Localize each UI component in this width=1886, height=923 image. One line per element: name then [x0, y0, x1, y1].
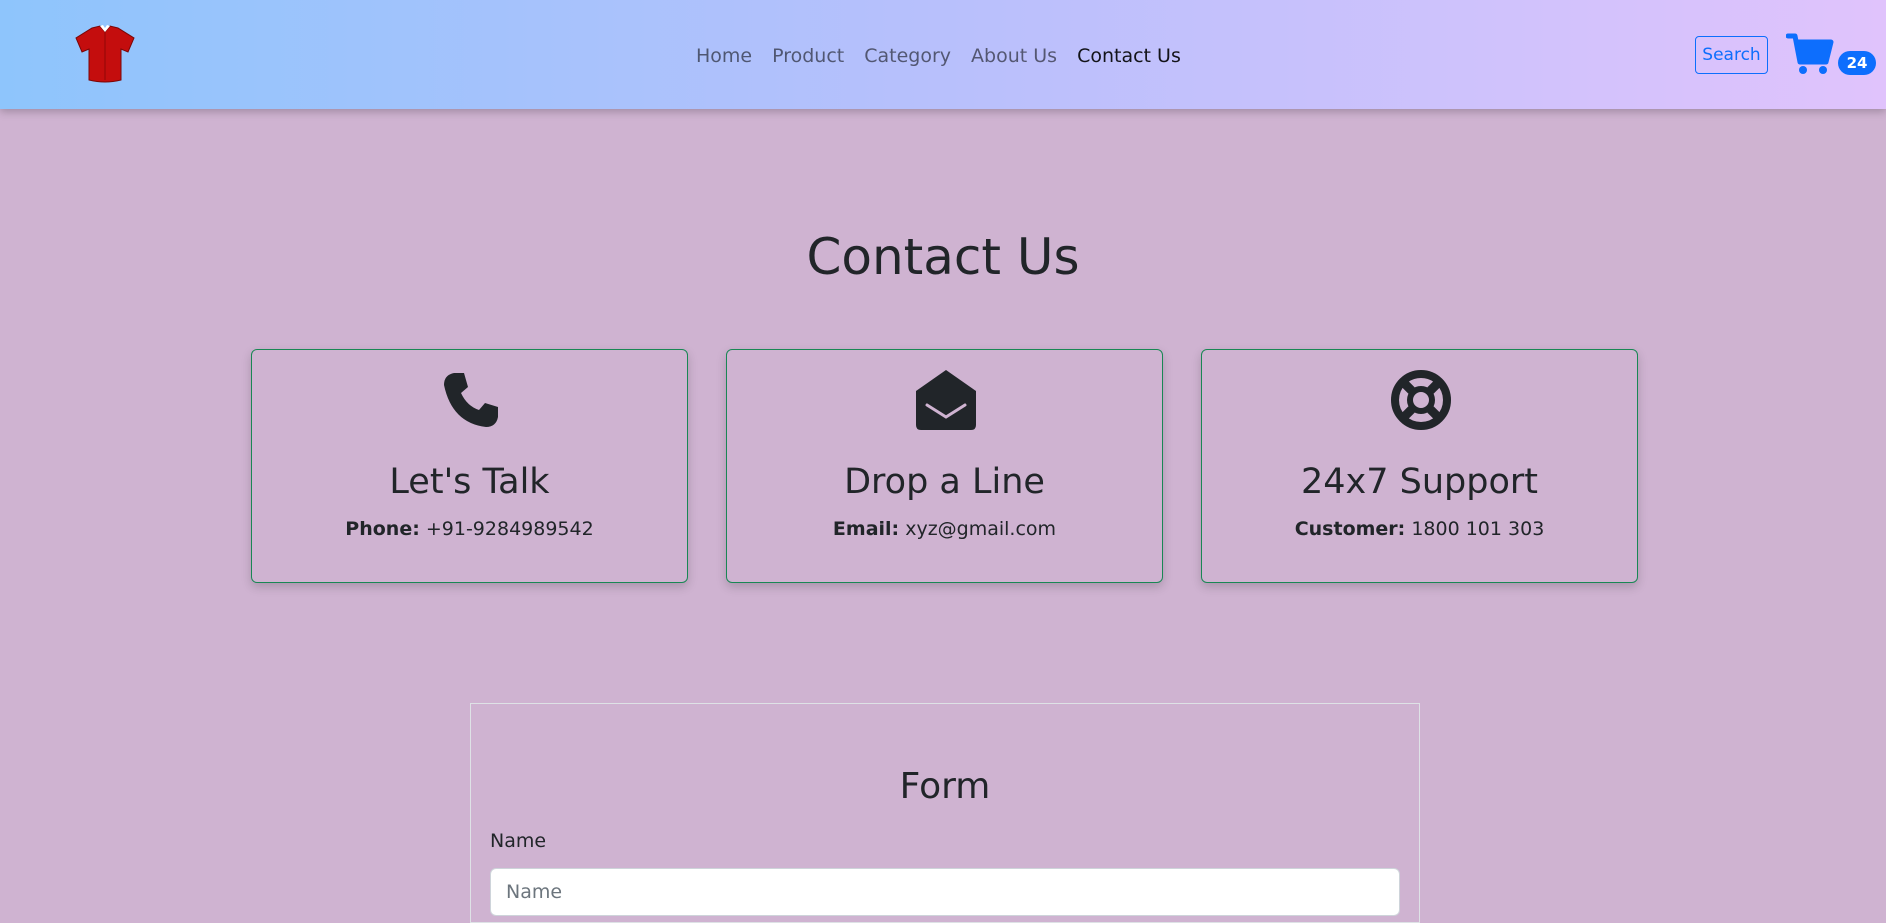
card-info-label: Email:: [832, 518, 900, 540]
card-info-value[interactable]: xyz@gmail.com: [905, 518, 1056, 540]
shopping-cart-icon[interactable]: [1786, 32, 1834, 76]
main-nav: Home Product Category About Us Contact U…: [696, 44, 1201, 68]
card-info-value: 1800 101 303: [1411, 518, 1545, 540]
navbar: Home Product Category About Us Contact U…: [0, 0, 1886, 109]
contact-form: Form Name: [470, 703, 1420, 923]
nav-contact-us[interactable]: Contact Us: [1077, 44, 1181, 68]
contact-card-email: Drop a Line Email: xyz@gmail.com: [726, 349, 1163, 583]
shirt-logo-icon[interactable]: [72, 24, 138, 84]
card-heading: Let's Talk: [389, 462, 550, 502]
life-ring-icon: [1391, 370, 1451, 430]
form-title: Form: [899, 766, 991, 807]
card-heading: Drop a Line: [844, 462, 1045, 502]
nav-category[interactable]: Category: [864, 44, 951, 68]
envelope-open-icon: [916, 370, 976, 430]
card-info-label: Phone:: [345, 518, 420, 540]
nav-product[interactable]: Product: [772, 44, 844, 68]
card-info: Phone: +91-9284989542: [252, 518, 687, 540]
name-label: Name: [490, 830, 547, 852]
page-title: Contact Us: [806, 228, 1080, 286]
search-button[interactable]: Search: [1695, 36, 1768, 74]
card-heading: 24x7 Support: [1300, 462, 1538, 502]
card-info-value[interactable]: +91-9284989542: [426, 518, 594, 540]
name-input[interactable]: [490, 868, 1400, 916]
card-info: Customer: 1800 101 303: [1202, 518, 1637, 540]
nav-home[interactable]: Home: [696, 44, 752, 68]
phone-icon: [444, 373, 498, 427]
card-info: Email: xyz@gmail.com: [727, 518, 1162, 540]
card-info-label: Customer:: [1294, 518, 1406, 540]
contact-card-support: 24x7 Support Customer: 1800 101 303: [1201, 349, 1638, 583]
cart-count-badge: 24: [1838, 51, 1876, 75]
contact-card-phone: Let's Talk Phone: +91-9284989542: [251, 349, 688, 583]
nav-about-us[interactable]: About Us: [971, 44, 1057, 68]
